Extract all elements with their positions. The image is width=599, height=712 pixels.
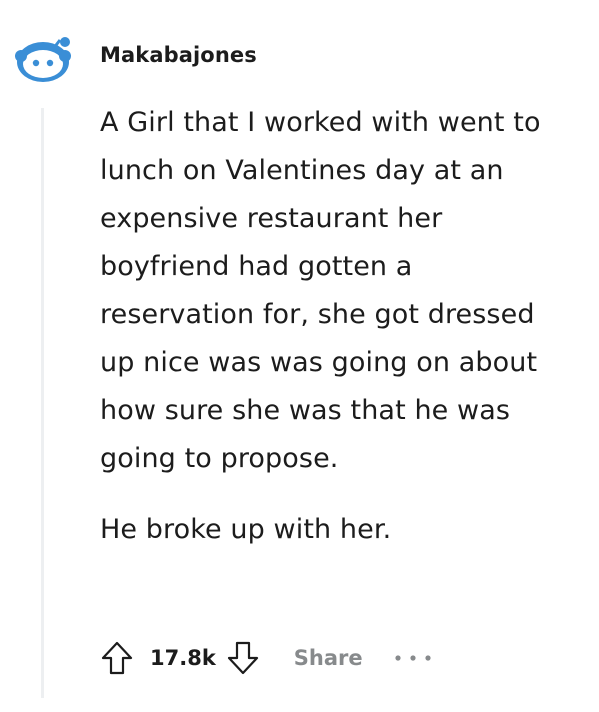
snoo-avatar-icon[interactable] [13,32,83,86]
downvote-arrow-icon[interactable] [226,640,260,676]
comment-card: Makabajones A Girl that I worked with we… [0,0,599,712]
username[interactable]: Makabajones [100,43,257,67]
thread-line[interactable] [41,108,44,698]
comment-paragraph: He broke up with her. [100,514,392,545]
comment-actions: 17.8k Share [100,636,433,680]
share-button[interactable]: Share [294,646,363,670]
more-options-icon[interactable] [393,653,433,663]
upvote-arrow-icon[interactable] [100,640,134,676]
vote-score: 17.8k [150,646,216,670]
comment-body: A Girl that I worked with went to lunch … [100,99,570,554]
comment-paragraph: A Girl that I worked with went to lunch … [100,107,541,474]
